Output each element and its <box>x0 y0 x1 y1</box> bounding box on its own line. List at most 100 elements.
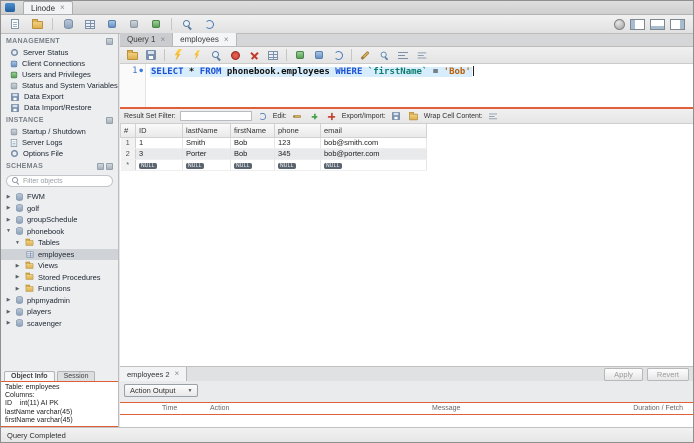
chevron-right-icon[interactable]: ▶ <box>5 217 12 223</box>
col-header-lastname[interactable]: lastName <box>182 124 231 138</box>
create-procedure-icon[interactable] <box>125 17 143 32</box>
cell[interactable]: Smith <box>182 137 231 149</box>
sidebar-item-startup-shutdown[interactable]: Startup / Shutdown <box>1 126 118 137</box>
cell[interactable]: 345 <box>274 148 321 160</box>
schema-visibility-icon[interactable] <box>97 163 104 170</box>
reconnect-dbms-icon[interactable] <box>200 17 218 32</box>
limit-rows-icon[interactable] <box>265 48 281 62</box>
find-icon[interactable] <box>376 48 392 62</box>
tab-employees[interactable]: employees × <box>173 33 237 46</box>
tree-node-functions[interactable]: ▶ Functions <box>1 283 118 295</box>
table-row[interactable]: 2 3 Porter Bob 345 bob@porter.com <box>120 148 427 160</box>
export-recordset-icon[interactable] <box>390 110 403 122</box>
sidebar-item-data-import[interactable]: Data Import/Restore <box>1 102 118 113</box>
toggle-sidebar-icon[interactable] <box>630 18 645 30</box>
schema-filter-input[interactable] <box>23 177 107 185</box>
new-row[interactable]: * NULL NULL NULL NULL NULL <box>120 159 427 171</box>
toggle-word-wrap-icon[interactable] <box>414 48 430 62</box>
close-result-tab-icon[interactable]: × <box>175 370 180 378</box>
pin-icon[interactable] <box>106 38 113 45</box>
tab-session[interactable]: Session <box>56 371 96 381</box>
execute-current-statement-icon[interactable] <box>189 48 205 62</box>
sidebar-item-server-status[interactable]: Server Status <box>1 47 118 58</box>
edit-record-icon[interactable] <box>291 110 304 122</box>
create-table-icon[interactable] <box>81 17 99 32</box>
connection-tab-linode[interactable]: Linode × <box>23 1 73 14</box>
toggle-invisible-chars-icon[interactable] <box>395 48 411 62</box>
commit-icon[interactable] <box>292 48 308 62</box>
result-tab-employees-2[interactable]: employees 2 × <box>120 367 188 381</box>
sidebar-item-client-connections[interactable]: Client Connections <box>1 58 118 69</box>
wrap-cell-content-icon[interactable] <box>487 110 500 122</box>
toggle-output-area-icon[interactable] <box>650 18 665 30</box>
tree-node-tables[interactable]: ▼ Tables <box>1 237 118 249</box>
toggle-secondary-sidebar-icon[interactable] <box>670 18 685 30</box>
cell[interactable]: 1 <box>135 137 183 149</box>
chevron-right-icon[interactable]: ▶ <box>5 320 12 326</box>
chevron-right-icon[interactable]: ▶ <box>14 263 21 269</box>
cell[interactable]: bob@smith.com <box>320 137 427 149</box>
output-selector[interactable]: Action Output ▼ <box>124 384 199 397</box>
toggle-stop-on-error-icon[interactable] <box>246 48 262 62</box>
schema-phonebook[interactable]: ▼ phonebook <box>1 226 118 238</box>
chevron-right-icon[interactable]: ▶ <box>14 274 21 280</box>
sidebar-item-data-export[interactable]: Data Export <box>1 91 118 102</box>
chevron-right-icon[interactable]: ▶ <box>5 205 12 211</box>
close-tab-icon[interactable]: × <box>224 35 229 44</box>
col-header-firstname[interactable]: firstName <box>230 124 275 138</box>
schema-players[interactable]: ▶ players <box>1 306 118 318</box>
sidebar-item-users-and-privileges[interactable]: Users and Privileges <box>1 69 118 80</box>
refresh-results-icon[interactable] <box>256 110 269 122</box>
sql-code-editor[interactable]: 1 ● SELECT * FROM phonebook.employees WH… <box>120 64 693 107</box>
tree-node-stored-procedures[interactable]: ▶ Stored Procedures <box>1 272 118 284</box>
tab-query-1[interactable]: Query 1 × <box>120 33 174 46</box>
col-header-email[interactable]: email <box>320 124 427 138</box>
schema-golf[interactable]: ▶ golf <box>1 203 118 215</box>
import-records-icon[interactable] <box>407 110 420 122</box>
tab-object-info[interactable]: Object Info <box>4 371 55 381</box>
save-script-icon[interactable] <box>143 48 159 62</box>
chevron-right-icon[interactable]: ▶ <box>5 194 12 200</box>
cell[interactable]: Bob <box>230 137 275 149</box>
result-set-filter-input[interactable] <box>179 111 252 121</box>
col-header-phone[interactable]: phone <box>274 124 321 138</box>
sql-text[interactable]: SELECT * FROM phonebook.employees WHERE … <box>146 64 693 107</box>
sidebar-item-options-file[interactable]: Options File <box>1 148 118 159</box>
output-log-area[interactable] <box>120 415 693 427</box>
revert-button[interactable]: Revert <box>646 367 689 381</box>
table-row[interactable]: 1 1 Smith Bob 123 bob@smith.com <box>120 137 427 149</box>
chevron-right-icon[interactable]: ▶ <box>5 297 12 303</box>
open-sql-script-icon[interactable] <box>28 17 46 32</box>
sidebar-item-status-system-variables[interactable]: Status and System Variables <box>1 80 118 91</box>
apply-button[interactable]: Apply <box>604 367 643 381</box>
open-file-icon[interactable] <box>124 48 140 62</box>
schema-phpmyadmin[interactable]: ▶ phpmyadmin <box>1 295 118 307</box>
cell[interactable]: 123 <box>274 137 321 149</box>
col-header-id[interactable]: ID <box>135 124 183 138</box>
chevron-right-icon[interactable]: ▶ <box>14 286 21 292</box>
new-query-tab-icon[interactable] <box>6 17 24 32</box>
cell[interactable]: bob@porter.com <box>320 148 427 160</box>
execute-query-icon[interactable] <box>170 48 186 62</box>
col-header-rownum[interactable]: # <box>120 124 136 138</box>
toggle-autocommit-icon[interactable] <box>330 48 346 62</box>
rollback-icon[interactable] <box>311 48 327 62</box>
insert-record-icon[interactable] <box>308 110 321 122</box>
tree-node-employees[interactable]: employees <box>1 248 118 260</box>
chevron-right-icon[interactable]: ▶ <box>5 309 12 315</box>
tree-node-views[interactable]: ▶ Views <box>1 260 118 272</box>
search-table-data-icon[interactable] <box>178 17 196 32</box>
schema-groupschedule[interactable]: ▶ groupSchedule <box>1 214 118 226</box>
create-schema-icon[interactable] <box>59 17 77 32</box>
cell[interactable]: Porter <box>182 148 231 160</box>
create-view-icon[interactable] <box>103 17 121 32</box>
close-connection-tab-icon[interactable]: × <box>60 4 65 12</box>
cell[interactable]: Bob <box>230 148 275 160</box>
sidebar-item-server-logs[interactable]: Server Logs <box>1 137 118 148</box>
close-tab-icon[interactable]: × <box>160 35 165 44</box>
refresh-instance-icon[interactable] <box>106 117 113 124</box>
schema-scavenger[interactable]: ▶ scavenger <box>1 318 118 330</box>
create-function-icon[interactable] <box>147 17 165 32</box>
stop-query-icon[interactable] <box>227 48 243 62</box>
schema-fwm[interactable]: ▶ FWM <box>1 191 118 203</box>
